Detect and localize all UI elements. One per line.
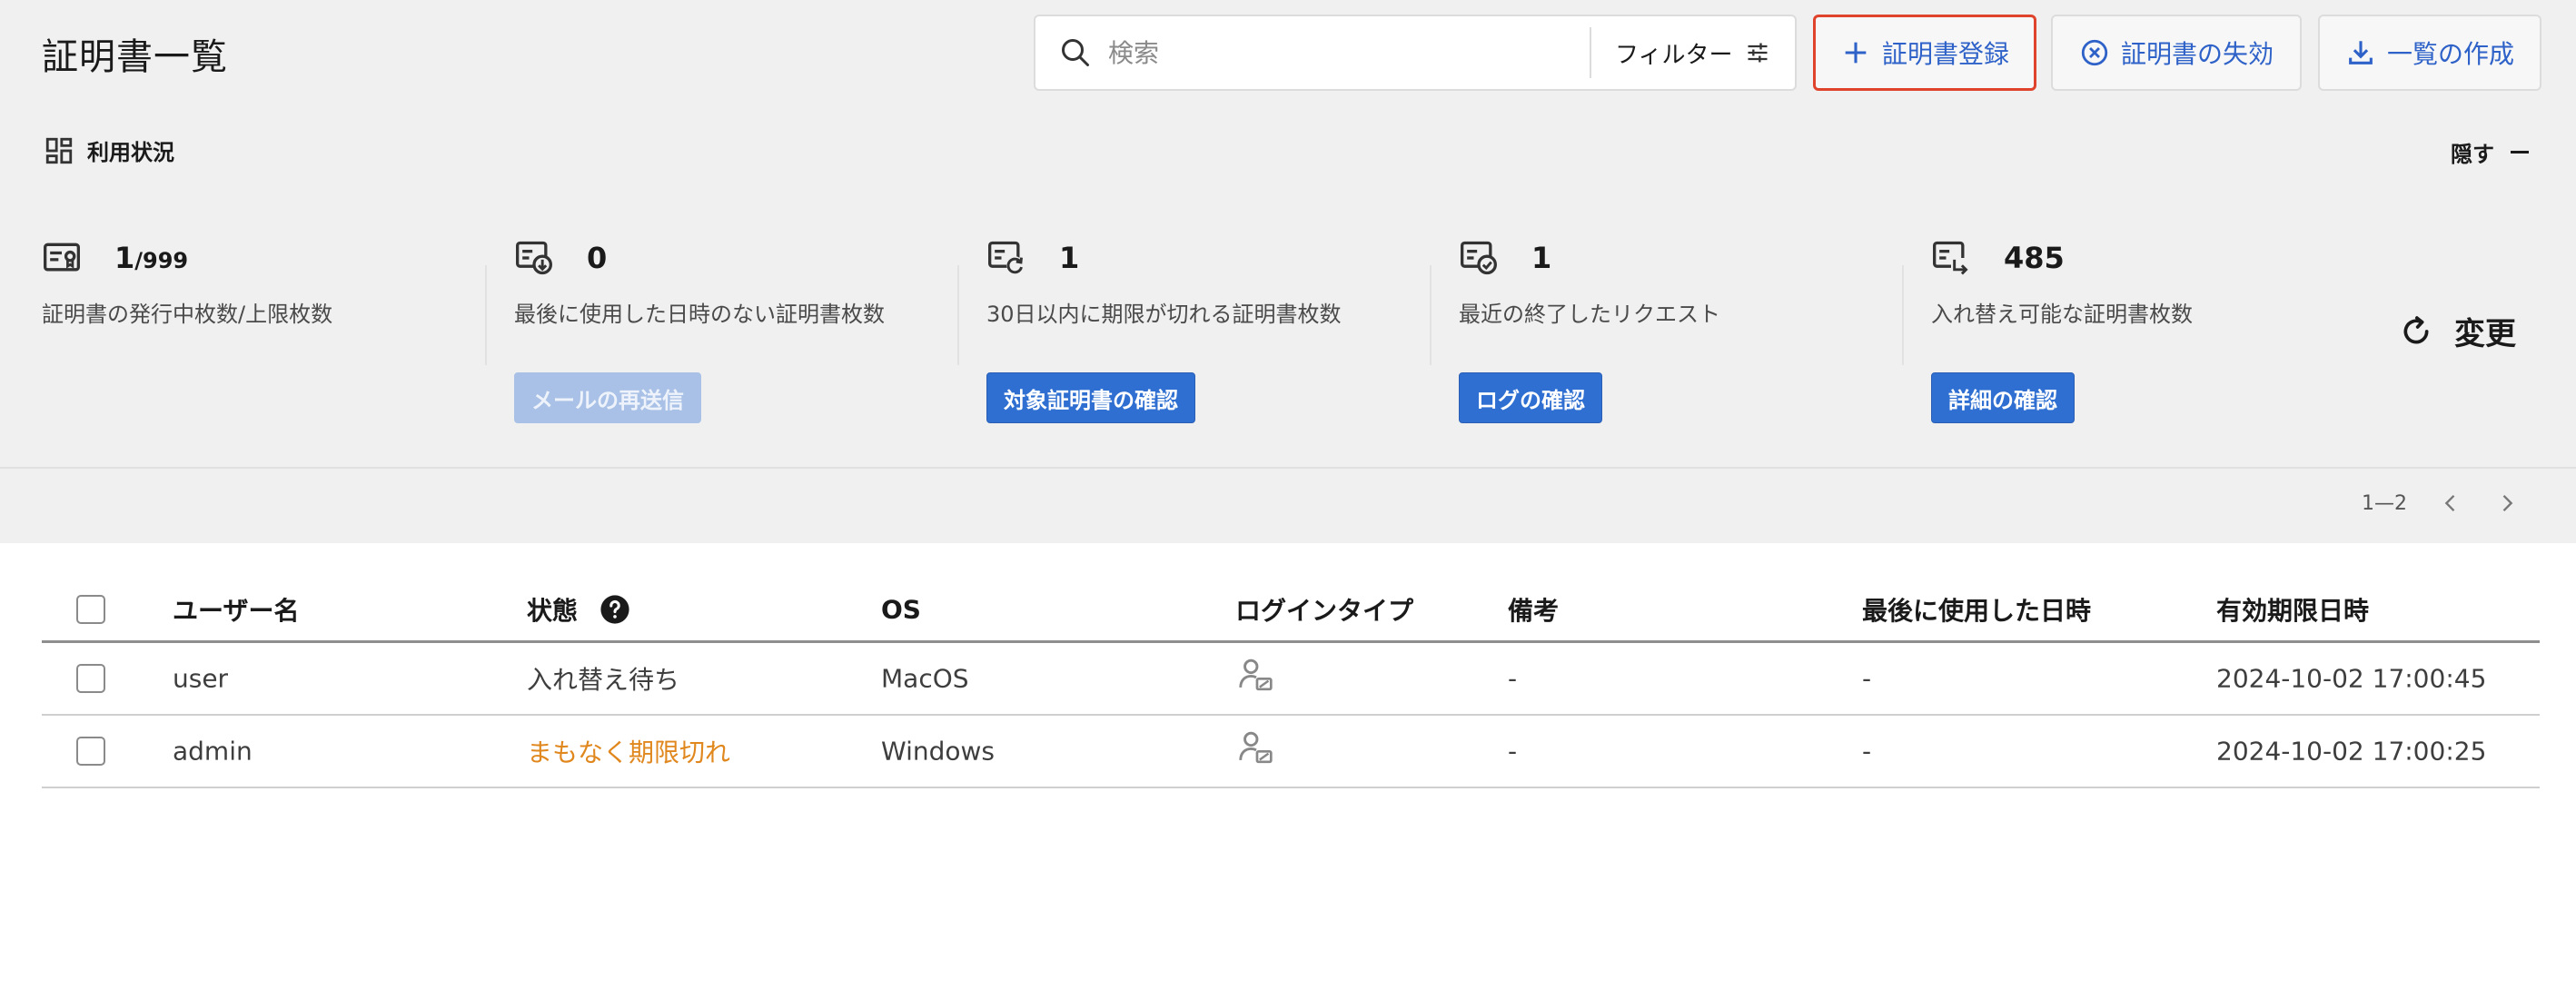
minus-icon (2511, 151, 2529, 153)
search-box[interactable]: フィルター (1034, 15, 1797, 91)
page-title: 証明書一覧 (42, 36, 228, 78)
certificate-table: ユーザー名 状態 OS ログインタイプ 備考 最後に使用した日時 有効期限日時 … (42, 578, 2540, 788)
stat-separator (1902, 265, 1904, 365)
export-list-button[interactable]: 一覧の作成 (2318, 15, 2541, 91)
usage-title: 利用状況 (44, 134, 174, 166)
certificate-refresh-icon (988, 241, 1024, 274)
stat-requests: 1 最近の終了したリクエスト ログの確認 (1459, 238, 1720, 423)
cell-user: admin (173, 736, 253, 767)
refresh-label: 変更 (2454, 316, 2516, 352)
stat-issued-value: 1/999 (114, 241, 189, 275)
column-header-os[interactable]: OS (881, 594, 921, 624)
circle-x-icon (2081, 39, 2108, 66)
cell-note: - (1508, 736, 1518, 767)
column-header-login-type[interactable]: ログインタイプ (1235, 591, 1413, 628)
cell-last-used: - (1862, 736, 1872, 767)
column-header-expires[interactable]: 有効期限日時 (2216, 591, 2369, 628)
stat-separator (1430, 265, 1432, 365)
register-certificate-label: 証明書登録 (1881, 39, 2009, 69)
table-row[interactable]: admin まもなく期限切れ Windows - - 2024-10-02 17… (42, 716, 2540, 788)
certificate-download-icon (516, 241, 552, 275)
stat-issued: 1/999 証明書の発行中枚数/上限枚数 (42, 238, 332, 420)
cell-status: まもなく期限切れ (527, 738, 731, 767)
filter-button[interactable]: フィルター (1615, 36, 1770, 70)
export-list-label: 一覧の作成 (2386, 39, 2514, 69)
pagination: 1—2 (2362, 490, 2520, 516)
stat-replaceable-value: 485 (2004, 241, 2065, 275)
user-certificate-icon (1239, 731, 1273, 764)
certificate-icon (44, 243, 80, 272)
revoke-certificate-label: 証明書の失効 (2120, 39, 2274, 69)
chevron-left-icon[interactable] (2438, 490, 2463, 516)
search-separator (1590, 27, 1591, 78)
certificate-swap-icon (1933, 241, 1970, 275)
stat-separator (957, 265, 959, 365)
table-row[interactable]: user 入れ替え待ち MacOS - - 2024-10-02 17:00:4… (42, 643, 2540, 716)
revoke-certificate-button[interactable]: 証明書の失効 (2051, 15, 2302, 91)
plus-icon (1845, 42, 1867, 64)
cell-status: 入れ替え待ち (527, 665, 680, 695)
filter-label: フィルター (1615, 41, 1733, 69)
row-checkbox[interactable] (76, 737, 105, 766)
certificate-check-icon (1461, 241, 1497, 275)
check-logs-button[interactable]: ログの確認 (1459, 372, 1602, 423)
search-icon (1062, 39, 1089, 66)
refresh-button[interactable]: 変更 (2398, 309, 2516, 353)
user-certificate-icon (1239, 658, 1273, 691)
help-icon[interactable] (599, 594, 630, 625)
column-header-user[interactable]: ユーザー名 (173, 591, 299, 628)
cell-login-type (1235, 655, 1277, 703)
stat-separator (485, 265, 487, 365)
stat-expiring-value: 1 (1059, 241, 1080, 275)
sliders-icon (1748, 43, 1768, 63)
stat-unused-desc: 最後に使用した日時のない証明書枚数 (514, 302, 885, 327)
cell-os: MacOS (881, 663, 969, 694)
chevron-right-icon[interactable] (2494, 490, 2520, 516)
row-checkbox[interactable] (76, 664, 105, 693)
select-all-checkbox[interactable] (76, 594, 105, 624)
cell-note: - (1508, 663, 1518, 694)
dashboard-icon (45, 137, 73, 163)
stat-expiring: 1 30日以内に期限が切れる証明書枚数 対象証明書の確認 (986, 238, 1342, 423)
check-details-button[interactable]: 詳細の確認 (1931, 372, 2075, 423)
stat-replaceable: 485 入れ替え可能な証明書枚数 詳細の確認 (1931, 238, 2193, 423)
check-target-certificates-button[interactable]: 対象証明書の確認 (986, 372, 1195, 423)
pagination-range: 1—2 (2362, 491, 2407, 515)
stat-replaceable-desc: 入れ替え可能な証明書枚数 (1931, 302, 2193, 327)
search-input[interactable] (1108, 37, 1580, 68)
stat-requests-desc: 最近の終了したリクエスト (1459, 302, 1720, 327)
hide-label: 隠す (2451, 142, 2494, 167)
stat-unused: 0 最後に使用した日時のない証明書枚数 メールの再送信 (514, 238, 885, 423)
column-header-note[interactable]: 備考 (1508, 591, 1559, 628)
panel-divider (0, 467, 2576, 469)
resend-email-button[interactable]: メールの再送信 (514, 372, 701, 423)
cell-user: user (173, 663, 229, 694)
refresh-icon (2403, 315, 2429, 343)
column-header-last-used[interactable]: 最後に使用した日時 (1862, 591, 2091, 628)
stat-requests-value: 1 (1531, 241, 1552, 275)
column-header-status[interactable]: 状態 (527, 591, 630, 628)
stat-issued-desc: 証明書の発行中枚数/上限枚数 (42, 302, 333, 327)
cell-expires: 2024-10-02 17:00:25 (2216, 736, 2487, 767)
register-certificate-button[interactable]: 証明書登録 (1813, 15, 2036, 91)
cell-os: Windows (881, 736, 995, 767)
hide-usage-toggle[interactable]: 隠す (2451, 136, 2529, 168)
cell-expires: 2024-10-02 17:00:45 (2216, 663, 2487, 694)
stat-expiring-desc: 30日以内に期限が切れる証明書枚数 (986, 302, 1342, 327)
cell-login-type (1235, 728, 1277, 776)
usage-title-label: 利用状況 (87, 140, 174, 165)
cell-last-used: - (1862, 663, 1872, 694)
stat-unused-value: 0 (587, 241, 608, 275)
table-header: ユーザー名 状態 OS ログインタイプ 備考 最後に使用した日時 有効期限日時 (42, 578, 2540, 643)
download-icon (2349, 41, 2373, 64)
